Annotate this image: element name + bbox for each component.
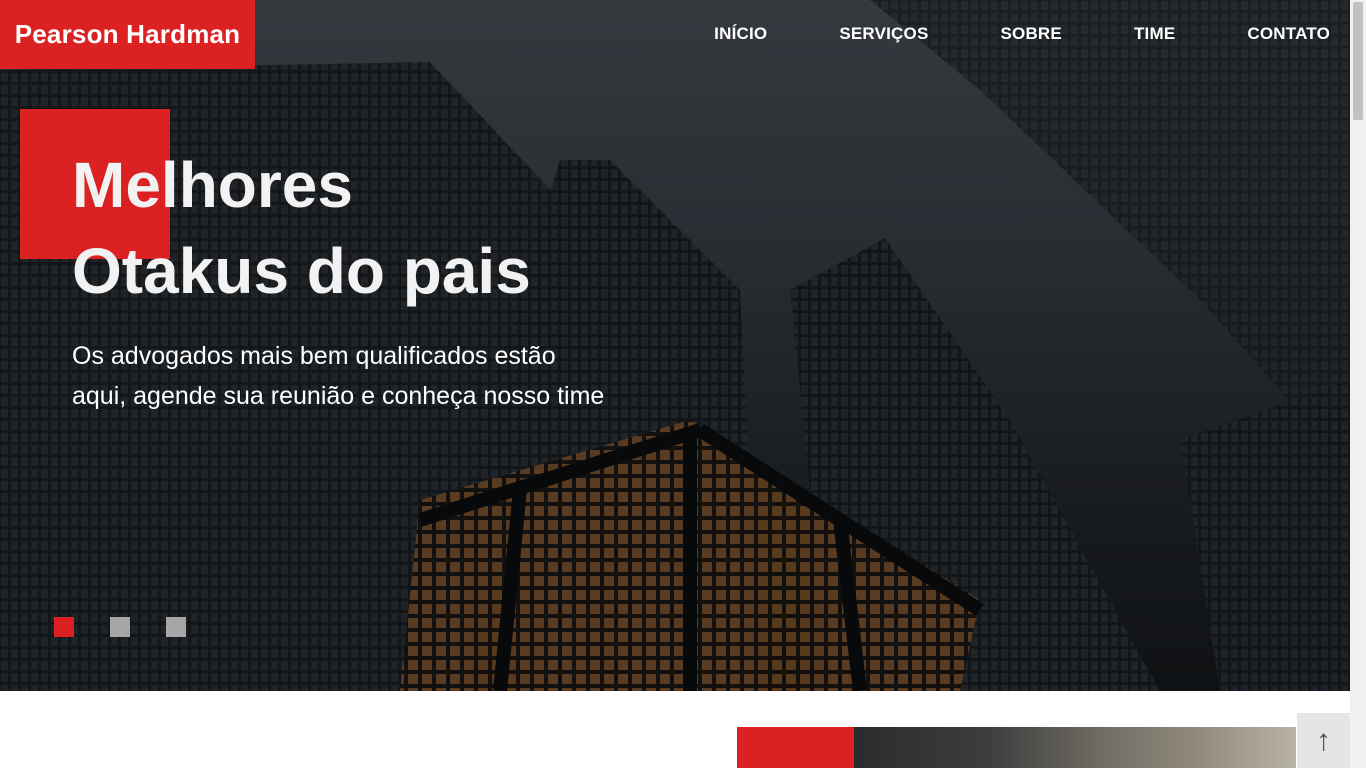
slider-dot-1[interactable] <box>54 617 74 637</box>
slider-dots <box>54 617 186 637</box>
hero-title-line-1: Melhores <box>72 149 353 221</box>
main-nav: INÍCIO SERVIÇOS SOBRE TIME CONTATO <box>714 24 1330 44</box>
nav-item-sobre[interactable]: SOBRE <box>1000 24 1061 44</box>
scrollbar-thumb[interactable] <box>1353 2 1363 120</box>
hero-banner: Melhores Otakus do pais Os advogados mai… <box>0 0 1350 691</box>
back-to-top-button[interactable]: ↑ <box>1297 713 1350 768</box>
slider-dot-3[interactable] <box>166 617 186 637</box>
slider-dot-2[interactable] <box>110 617 130 637</box>
hero-subtitle: Os advogados mais bem qualificados estão… <box>72 342 605 410</box>
brand-logo[interactable]: Pearson Hardman <box>0 0 255 69</box>
page-scrollbar[interactable] <box>1350 0 1366 768</box>
nav-item-servicos[interactable]: SERVIÇOS <box>839 24 928 44</box>
nav-item-contato[interactable]: CONTATO <box>1247 24 1330 44</box>
nav-item-time[interactable]: TIME <box>1134 24 1175 44</box>
section-photo <box>854 727 1296 768</box>
hero-title: Melhores Otakus do pais <box>72 142 531 314</box>
nav-item-inicio[interactable]: INÍCIO <box>714 24 767 44</box>
section-accent-block <box>737 727 854 768</box>
hero-title-line-2: Otakus do pais <box>72 235 531 307</box>
arrow-up-icon: ↑ <box>1316 724 1331 757</box>
